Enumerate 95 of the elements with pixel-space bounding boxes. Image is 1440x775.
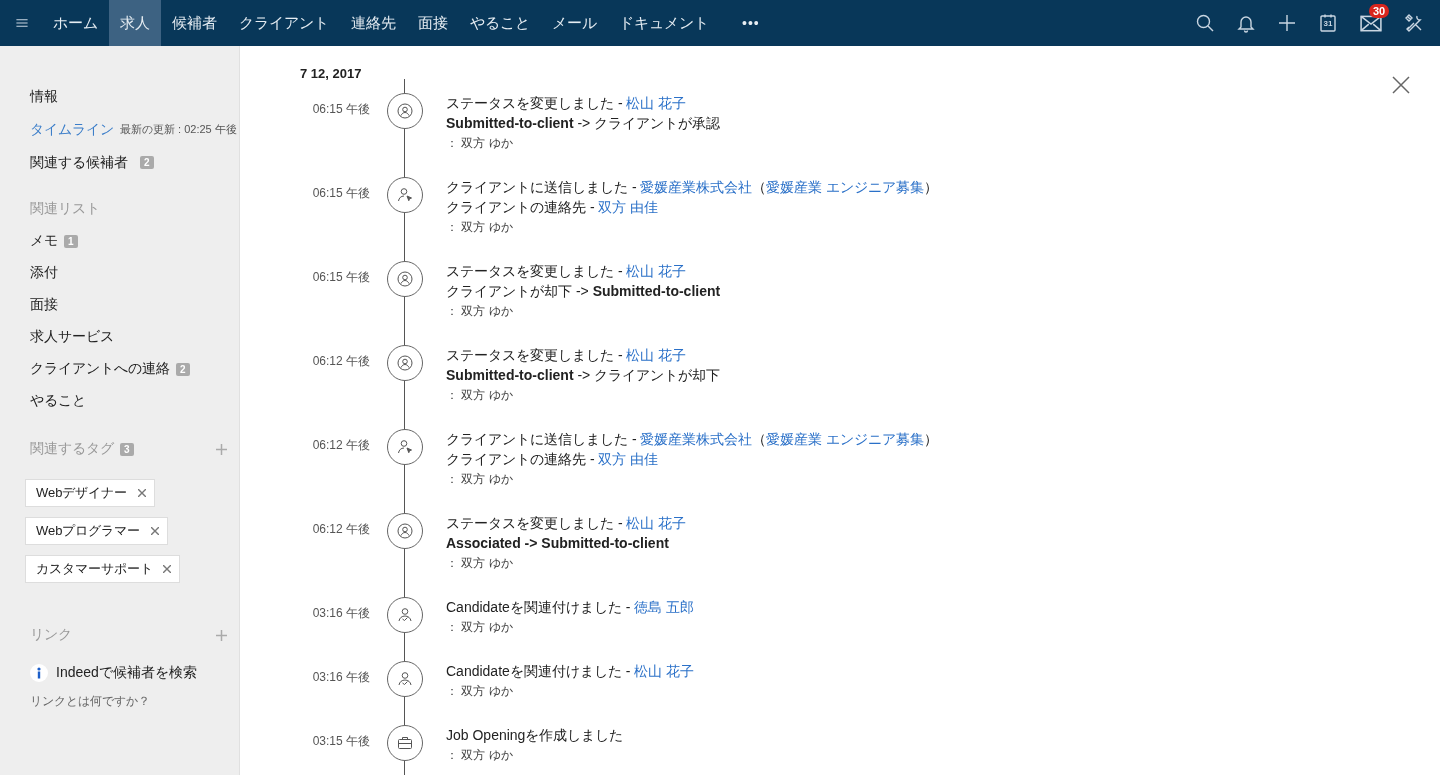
count-badge: 1: [64, 234, 78, 248]
nav-tab[interactable]: 候補者: [161, 0, 228, 46]
record-link[interactable]: 松山 花子: [634, 663, 695, 679]
activity-text: Candidateを関連付けました - 松山 花子: [446, 662, 696, 681]
entry-time: 06:12 午後: [311, 353, 370, 370]
remove-tag-icon[interactable]: [150, 527, 159, 535]
related-list-item[interactable]: 面接: [30, 296, 58, 314]
timeline-date: 7 12, 2017: [300, 66, 363, 81]
remove-tag-icon[interactable]: [163, 565, 171, 573]
last-updated-note: 最新の更新 : 02:25 午後: [120, 122, 237, 137]
entry-time: 06:15 午後: [311, 269, 370, 286]
entry-author: ： 双方 ゆか: [446, 471, 514, 488]
record-link[interactable]: 愛媛産業株式会社: [640, 431, 753, 447]
nav-tab[interactable]: クライアント: [228, 0, 340, 46]
user-check-icon: [397, 607, 413, 623]
entry-time: 06:15 午後: [311, 101, 370, 118]
nav-tab[interactable]: やること: [459, 0, 541, 46]
briefcase-icon: [397, 735, 413, 751]
activity-text: クライアントの連絡先 - 双方 由佳: [446, 198, 660, 217]
nav-tab[interactable]: ドキュメント: [608, 0, 720, 46]
activity-text: クライアントに送信しました - 愛媛産業株式会社（愛媛産業 エンジニア募集）: [446, 178, 940, 197]
record-link[interactable]: 愛媛産業 エンジニア募集: [766, 179, 925, 195]
activity-text: Associated -> Submitted-to-client: [446, 534, 670, 553]
sidebar-item[interactable]: 情報: [30, 87, 58, 106]
related-list-item[interactable]: やること: [30, 392, 86, 410]
close-icon[interactable]: [1392, 76, 1410, 94]
entry-time: 06:12 午後: [311, 521, 370, 538]
remove-tag-icon[interactable]: [137, 489, 146, 497]
count-badge: 3: [120, 442, 134, 456]
tools-icon[interactable]: [1404, 13, 1424, 33]
entry-time: 03:16 午後: [311, 605, 370, 622]
section-heading: 関連リスト: [30, 200, 100, 218]
user-check-icon: [397, 671, 413, 687]
sidebar-item[interactable]: タイムライン: [30, 120, 114, 139]
activity-text: ステータスを変更しました - 松山 花子: [446, 262, 688, 281]
nav-tab[interactable]: 連絡先: [340, 0, 407, 46]
more-button[interactable]: •••: [720, 0, 782, 46]
user-cursor-icon: [397, 187, 413, 203]
entry-author: ： 双方 ゆか: [446, 683, 514, 700]
entry-author: ： 双方 ゆか: [446, 619, 514, 636]
entry-author: ： 双方 ゆか: [446, 387, 514, 404]
related-list-item[interactable]: 求人サービス: [30, 328, 114, 346]
mail-count-badge: 30: [1369, 4, 1390, 18]
entry-author: ： 双方 ゆか: [446, 555, 514, 572]
calendar-day: 31: [1318, 19, 1338, 28]
activity-text: クライアントに送信しました - 愛媛産業株式会社（愛媛産業 エンジニア募集）: [446, 430, 940, 449]
entry-time: 06:15 午後: [311, 185, 370, 202]
count-badge: 2: [176, 362, 190, 376]
search-icon[interactable]: [1195, 13, 1215, 33]
activity-text: ステータスを変更しました - 松山 花子: [446, 94, 688, 113]
record-link[interactable]: 徳島 五郎: [634, 599, 695, 615]
activity-text: Candidateを関連付けました - 徳島 五郎: [446, 598, 696, 617]
record-link[interactable]: 松山 花子: [626, 515, 687, 531]
activity-text: クライアントの連絡先 - 双方 由佳: [446, 450, 660, 469]
activity-text: クライアントが却下 -> Submitted-to-client: [446, 282, 722, 301]
nav-tab[interactable]: メール: [541, 0, 608, 46]
help-link[interactable]: リンクとは何ですか？: [30, 693, 227, 710]
nav-tab[interactable]: ホーム: [42, 0, 109, 46]
activity-text: Job Openingを作成しました: [446, 726, 625, 745]
record-link[interactable]: 松山 花子: [626, 263, 687, 279]
nav-tab[interactable]: 求人: [109, 0, 161, 46]
activity-text: Submitted-to-client -> クライアントが却下: [446, 366, 722, 385]
external-link[interactable]: Indeedで候補者を検索: [56, 664, 197, 682]
info-icon: [30, 664, 48, 682]
entry-author: ： 双方 ゆか: [446, 135, 514, 152]
record-link[interactable]: 愛媛産業 エンジニア募集: [766, 431, 925, 447]
tag-label: Webデザイナー: [36, 484, 128, 502]
activity-text: ステータスを変更しました - 松山 花子: [446, 346, 688, 365]
record-link[interactable]: 松山 花子: [626, 95, 687, 111]
activity-text: Submitted-to-client -> クライアントが承認: [446, 114, 722, 133]
entry-time: 03:15 午後: [311, 733, 370, 750]
related-list-item[interactable]: クライアントへの連絡: [30, 360, 170, 378]
entry-time: 03:16 午後: [311, 669, 370, 686]
sidebar-item[interactable]: 関連する候補者: [30, 153, 128, 172]
user-cursor-icon: [397, 439, 413, 455]
related-list-item[interactable]: メモ: [30, 232, 58, 250]
record-link[interactable]: 双方 由佳: [598, 451, 659, 467]
calendar-icon[interactable]: [1318, 13, 1338, 33]
entry-time: 06:12 午後: [311, 437, 370, 454]
count-badge: 2: [140, 156, 154, 169]
activity-text: ステータスを変更しました - 松山 花子: [446, 514, 688, 533]
bell-icon[interactable]: [1236, 13, 1256, 33]
tag-label: Webプログラマー: [36, 522, 141, 540]
record-link[interactable]: 双方 由佳: [598, 199, 659, 215]
section-heading: 関連するタグ: [30, 440, 114, 458]
section-heading: リンク: [30, 626, 72, 644]
record-link[interactable]: 松山 花子: [626, 347, 687, 363]
nav-tab[interactable]: 面接: [407, 0, 459, 46]
record-link[interactable]: 愛媛産業株式会社: [640, 179, 753, 195]
tag-label: カスタマーサポート: [36, 560, 153, 578]
related-list-item[interactable]: 添付: [30, 264, 58, 282]
entry-author: ： 双方 ゆか: [446, 747, 514, 764]
entry-author: ： 双方 ゆか: [446, 303, 514, 320]
entry-author: ： 双方 ゆか: [446, 219, 514, 236]
plus-icon[interactable]: [1277, 13, 1297, 33]
